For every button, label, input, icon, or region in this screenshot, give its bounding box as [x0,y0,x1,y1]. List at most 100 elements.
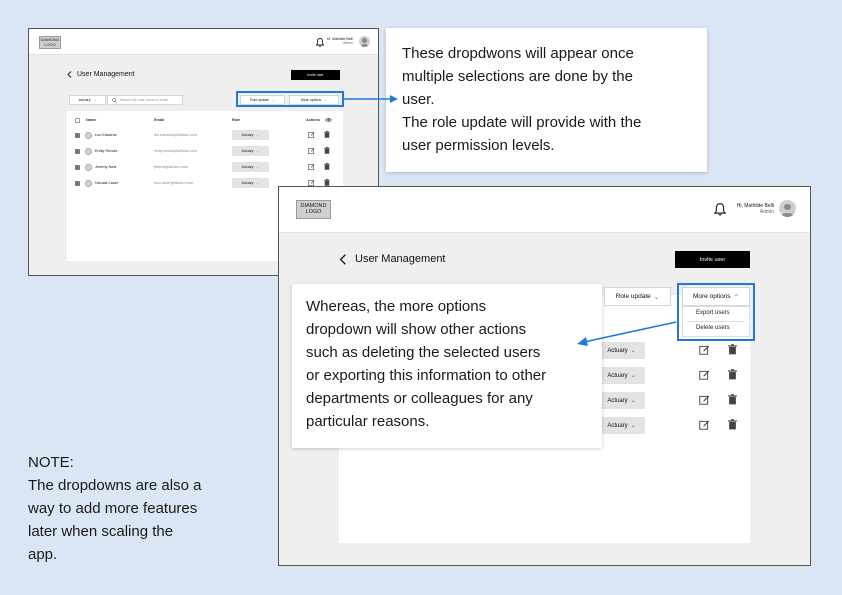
user-email: emily.renold@allianz.com [154,149,198,153]
back-arrow-icon[interactable] [339,253,347,265]
column-header-email: Email [154,118,165,122]
role-update-label: Role update [615,293,651,300]
note-line: later when scaling the [28,523,174,540]
user-email: jeremy@allianz.com [154,165,189,169]
role-label: Actuary [607,372,628,379]
user-name: Leo Eduardo [95,133,117,137]
annotation-line: departments or colleagues for any [306,390,533,407]
chevron-down-icon: ⌄ [653,293,660,301]
edit-icon[interactable] [308,131,315,138]
role-dropdown[interactable]: Actuary ⌄ [232,178,269,188]
edit-icon[interactable] [699,344,710,355]
role-filter-dropdown[interactable]: Actuary ⌄ [69,95,106,105]
chevron-down-icon: ⌄ [630,348,636,354]
trash-icon[interactable] [728,369,737,380]
role-label: Actuary [607,422,628,429]
role-label: Actuary [241,149,254,153]
edit-icon[interactable] [308,163,315,170]
annotation-line: These dropdwons will appear once [402,45,634,62]
chevron-down-icon: ⌄ [256,133,260,137]
page-title-text: User Management [77,71,135,78]
note-line: The dropdowns are also a [28,477,202,494]
chevron-down-icon: ⌄ [256,149,260,153]
row-checkbox[interactable] [75,181,80,186]
logo: DIAMOND LOGO [296,200,331,219]
chevron-down-icon: ⌄ [256,165,260,169]
edit-icon[interactable] [699,369,710,380]
annotation-more-options: Whereas, the more options dropdown will … [292,284,602,448]
logo-text-line-2: LOGO [44,41,56,47]
note-line: app. [28,546,58,563]
invite-user-button[interactable]: Invite user [291,70,340,80]
chevron-down-icon: ⌄ [630,423,636,429]
column-header-name: Name [86,118,97,122]
back-arrow-icon[interactable] [67,71,72,78]
edit-icon[interactable] [308,147,315,154]
annotation-line: dropdown will show other actions [306,321,527,338]
search-input[interactable]: Search the user name or email [107,95,183,105]
user-info: Hi, Mathilde Belli Admin [699,203,774,216]
search-icon [112,97,117,103]
user-avatar [85,132,92,139]
annotation-line: user. [402,91,435,108]
search-placeholder: Search the user name or email [120,98,168,102]
trash-icon[interactable] [728,419,737,430]
user-name: Jeremy Neal [95,165,117,169]
user-name: Nicolas Lauer [95,181,119,185]
edit-icon[interactable] [699,419,710,430]
role-dropdown[interactable]: Actuary ⌄ [598,392,645,409]
chevron-down-icon: ⌄ [630,373,636,379]
page-title: User Management [67,71,135,78]
trash-icon[interactable] [728,344,737,355]
column-header-role: Role [232,118,241,122]
edit-icon[interactable] [308,179,315,186]
chevron-down-icon: ⌄ [630,398,636,404]
role-update-dropdown[interactable]: Role update ⌄ [604,287,671,306]
role-dropdown[interactable]: Actuary ⌄ [232,146,269,156]
chevron-down-icon: ⌄ [93,98,97,102]
role-dropdown[interactable]: Actuary ⌄ [598,342,645,359]
column-header-actions: Actions [306,118,320,122]
edit-icon[interactable] [699,394,710,405]
trash-icon[interactable] [324,131,330,138]
page-title-text: User Management [355,253,446,265]
user-role: Admin [759,209,774,216]
avatar-icon[interactable] [359,36,370,47]
annotation-line: The role update will provide with the [402,114,642,131]
note-line: NOTE: [28,454,74,471]
role-dropdown[interactable]: Actuary ⌄ [598,367,645,384]
note-line: way to add more features [28,500,198,517]
role-dropdown[interactable]: Actuary ⌄ [598,417,645,434]
trash-icon[interactable] [324,163,330,170]
user-email: nico.lauer@allianz.com [154,181,194,185]
row-checkbox[interactable] [75,165,80,170]
role-dropdown[interactable]: Actuary ⌄ [232,162,269,172]
annotation-line: particular reasons. [306,413,430,430]
dropdowns-highlight [236,91,344,107]
logo: DIAMOND LOGO [39,36,61,49]
select-all-checkbox[interactable] [75,118,80,123]
user-role: Admin [343,41,353,46]
user-email: leo.eduardo@allianz.com [154,133,197,137]
annotation-line: such as deleting the selected users [306,344,541,361]
top-bar: DIAMOND LOGO Hi, Mathilde Belli Admin [279,187,810,233]
annotation-line: multiple selections are done by the [402,68,633,85]
role-label: Actuary [607,347,628,354]
trash-icon[interactable] [728,394,737,405]
annotation-line: or exporting this information to other [306,367,547,384]
trash-icon[interactable] [324,147,330,154]
user-avatar [85,148,92,155]
role-label: Actuary [241,165,254,169]
footer-note: NOTE: The dropdowns are also a way to ad… [28,451,201,566]
annotation-dropdowns: These dropdwons will appear once multipl… [386,28,707,172]
invite-user-button[interactable]: Invite user [675,251,750,268]
role-dropdown[interactable]: Actuary ⌄ [232,130,269,140]
user-info: Hi, Mathilde Belli Admin [291,37,353,46]
user-avatar [85,164,92,171]
row-checkbox[interactable] [75,149,80,154]
avatar-icon[interactable] [779,200,796,217]
annotation-line: Whereas, the more options [306,298,487,315]
trash-icon[interactable] [324,179,330,186]
eye-icon[interactable] [325,117,332,123]
row-checkbox[interactable] [75,133,80,138]
